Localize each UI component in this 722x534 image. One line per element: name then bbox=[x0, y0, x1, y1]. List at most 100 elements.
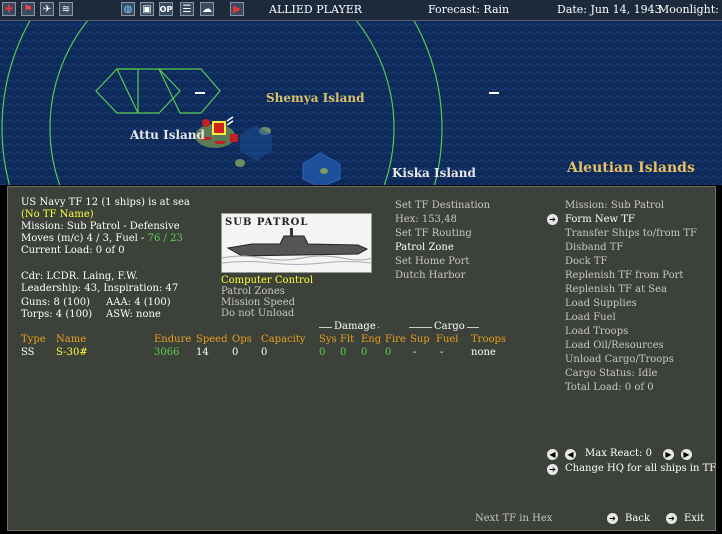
cell-sup: - bbox=[413, 347, 417, 358]
unit-marker[interactable] bbox=[230, 134, 238, 142]
ship-marker-2[interactable] bbox=[214, 141, 226, 144]
col-sup: Sup bbox=[410, 334, 430, 345]
forecast-label: Forecast: Rain bbox=[428, 3, 510, 16]
col-name: Name bbox=[56, 334, 87, 345]
moonlight-label: Moonlight: 92% bbox=[658, 3, 722, 16]
tf-aaa: AAA: 4 (100) bbox=[106, 297, 171, 308]
cell-sys: 0 bbox=[319, 347, 326, 358]
cargo-status: Cargo Status: Idle bbox=[565, 368, 658, 379]
col-fuel: Fuel bbox=[436, 334, 459, 345]
total-load: Total Load: 0 of 0 bbox=[565, 382, 654, 393]
max-react-increase-icon[interactable]: ▶ bbox=[663, 449, 674, 460]
play-icon[interactable]: ▶ bbox=[230, 2, 244, 16]
cross-icon[interactable]: ✚ bbox=[2, 2, 16, 16]
exit-button[interactable]: Exit bbox=[684, 513, 704, 524]
load-fuel-button[interactable]: Load Fuel bbox=[565, 312, 616, 323]
tf-torps: Torps: 4 (100) bbox=[21, 309, 93, 320]
flag-icon[interactable]: ⚑ bbox=[21, 2, 35, 16]
tf-name[interactable]: (No TF Name) bbox=[21, 209, 94, 220]
islet-shape bbox=[235, 159, 245, 167]
side-label: ALLIED PLAYER bbox=[269, 3, 363, 16]
col-eng: Eng bbox=[361, 334, 382, 345]
tf-moves: Moves (m/c) 4 / 3, Fuel - 76 / 23 bbox=[21, 233, 183, 244]
tf-asw: ASW: none bbox=[106, 309, 161, 320]
cell-troops: none bbox=[471, 347, 496, 358]
tf-commander[interactable]: Cdr: LCDR. Laing, F.W. bbox=[21, 271, 138, 282]
cell-fuel: - bbox=[440, 347, 444, 358]
tf-current-load: Current Load: 0 of 0 bbox=[21, 245, 125, 256]
change-hq-button[interactable]: Change HQ for all ships in TF bbox=[565, 463, 716, 474]
ship-image: SUB PATROL bbox=[221, 213, 372, 273]
tf-mission: Mission: Sub Patrol - Defensive bbox=[21, 221, 180, 232]
cell-type: SS bbox=[21, 347, 35, 358]
base-marker[interactable] bbox=[202, 119, 210, 127]
set-routing-button[interactable]: Set TF Routing bbox=[395, 228, 472, 239]
col-type: Type bbox=[21, 334, 46, 345]
aleutian-islands-label: Aleutian Islands bbox=[567, 160, 695, 176]
max-react-increase-fast-icon[interactable]: ▶ bbox=[681, 449, 692, 460]
load-troops-button[interactable]: Load Troops bbox=[565, 326, 628, 337]
exit-arrow-icon: ➔ bbox=[666, 513, 677, 524]
patrol-zone-button[interactable]: Patrol Zone bbox=[395, 242, 454, 253]
save-icon[interactable]: ▣ bbox=[140, 2, 154, 16]
map-view[interactable]: Shemya Island Attu Island Kiska Island A… bbox=[0, 21, 722, 185]
load-supplies-button[interactable]: Load Supplies bbox=[565, 298, 637, 309]
form-new-tf-arrow-icon: ➔ bbox=[547, 214, 558, 225]
form-new-tf-button[interactable]: Form New TF bbox=[565, 214, 635, 225]
col-speed: Speed bbox=[196, 334, 228, 345]
unload-cargo-button[interactable]: Unload Cargo/Troops bbox=[565, 354, 674, 365]
submarine-icon bbox=[222, 228, 371, 265]
task-force-panel: US Navy TF 12 (1 ships) is at sea (No TF… bbox=[7, 186, 716, 531]
set-home-port-button[interactable]: Set Home Port bbox=[395, 256, 469, 267]
ship-icon[interactable]: ≋ bbox=[59, 2, 73, 16]
col-sys: Sys bbox=[319, 334, 337, 345]
cell-speed: 14 bbox=[196, 347, 209, 358]
op-label: OP bbox=[159, 4, 173, 14]
cell-endure: 3066 bbox=[154, 347, 180, 358]
col-troops: Troops bbox=[471, 334, 507, 345]
replenish-at-sea-button[interactable]: Replenish TF at Sea bbox=[565, 284, 667, 295]
top-toolbar: ✚ ⚑ ✈ ≋ ◍ ▣ OP ☰ ☁ ▶ ALLIED PLAYER Forec… bbox=[0, 0, 722, 21]
cargo-group-header: Cargo bbox=[432, 321, 467, 332]
kiska-island-label: Kiska Island bbox=[392, 166, 476, 180]
transfer-ships-button[interactable]: Transfer Ships to/from TF bbox=[565, 228, 697, 239]
tf-guns: Guns: 8 (100) bbox=[21, 297, 90, 308]
tf-leadership: Leadership: 43, Inspiration: 47 bbox=[21, 283, 179, 294]
computer-control-toggle[interactable]: Computer Control bbox=[221, 275, 313, 286]
damage-group-header: Damage bbox=[332, 321, 378, 332]
list-icon[interactable]: ☰ bbox=[180, 2, 194, 16]
dock-tf-button[interactable]: Dock TF bbox=[565, 256, 608, 267]
cell-capacity: 0 bbox=[261, 347, 268, 358]
next-tf-button[interactable]: Next TF in Hex bbox=[475, 513, 552, 524]
do-not-unload-toggle[interactable]: Do not Unload bbox=[221, 308, 294, 319]
home-port-value: Dutch Harbor bbox=[395, 270, 466, 281]
cell-flt: 0 bbox=[340, 347, 347, 358]
op-icon[interactable]: OP bbox=[159, 2, 173, 16]
attu-island-label: Attu Island bbox=[130, 128, 205, 142]
col-capacity: Capacity bbox=[261, 334, 306, 345]
globe-icon[interactable]: ◍ bbox=[121, 2, 135, 16]
cell-ops: 0 bbox=[232, 347, 239, 358]
fuel-value: 76 / 23 bbox=[147, 233, 183, 244]
patrol-zones-toggle[interactable]: Patrol Zones bbox=[221, 286, 285, 297]
disband-tf-button[interactable]: Disband TF bbox=[565, 242, 623, 253]
max-react-decrease-icon[interactable]: ◀ bbox=[565, 449, 576, 460]
max-react-decrease-fast-icon[interactable]: ◀ bbox=[547, 449, 558, 460]
plane-icon[interactable]: ✈ bbox=[40, 2, 54, 16]
replenish-from-port-button[interactable]: Replenish TF from Port bbox=[565, 270, 683, 281]
kiska-island-shape bbox=[320, 168, 328, 174]
load-oil-button[interactable]: Load Oil/Resources bbox=[565, 340, 664, 351]
mission-status[interactable]: Mission: Sub Patrol bbox=[565, 200, 664, 211]
hex-location: Hex: 153,48 bbox=[395, 214, 457, 225]
max-react-label: Max React: 0 bbox=[585, 448, 652, 459]
set-destination-button[interactable]: Set TF Destination bbox=[395, 200, 490, 211]
mission-speed-toggle[interactable]: Mission Speed bbox=[221, 297, 295, 308]
cell-name[interactable]: S-30# bbox=[56, 347, 88, 358]
back-button[interactable]: Back bbox=[625, 513, 650, 524]
tf-header: US Navy TF 12 (1 ships) is at sea bbox=[21, 197, 190, 208]
col-endure: Endure bbox=[154, 334, 192, 345]
cloud-icon[interactable]: ☁ bbox=[200, 2, 214, 16]
col-flt: Flt bbox=[340, 334, 355, 345]
col-ops: Ops bbox=[232, 334, 252, 345]
selected-task-force[interactable] bbox=[212, 121, 226, 135]
